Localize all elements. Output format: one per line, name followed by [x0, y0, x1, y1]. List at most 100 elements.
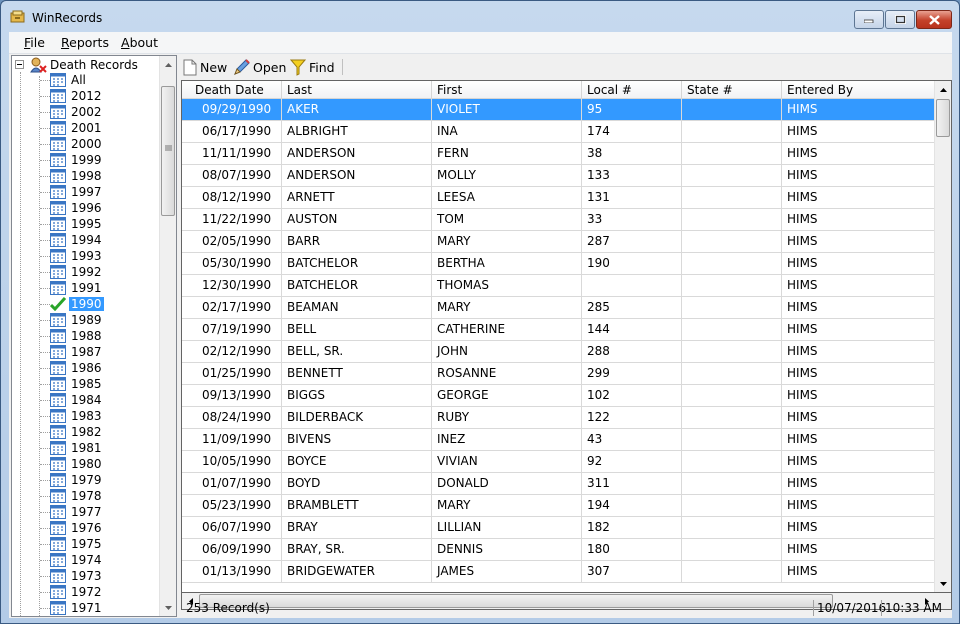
tree-item-1998[interactable]: 1998	[12, 168, 162, 184]
tree-item-1988[interactable]: 1988	[12, 328, 162, 344]
table-row[interactable]: 06/07/1990 BRAY LILLIAN 182 HIMS	[182, 517, 935, 539]
cell-entered-by: HIMS	[782, 517, 935, 538]
scroll-up-arrow[interactable]	[160, 56, 176, 73]
table-row[interactable]: 06/17/1990 ALBRIGHT INA 174 HIMS	[182, 121, 935, 143]
tree-item-1976[interactable]: 1976	[12, 520, 162, 536]
column-header-local[interactable]: Local #	[582, 81, 682, 99]
column-header-state[interactable]: State #	[682, 81, 782, 99]
cell-last: BOYCE	[282, 451, 432, 472]
table-row[interactable]: 05/23/1990 BRAMBLETT MARY 194 HIMS	[182, 495, 935, 517]
scroll-up-arrow[interactable]	[935, 81, 951, 98]
tree-guide-line	[40, 224, 50, 225]
tree-item-1985[interactable]: 1985	[12, 376, 162, 392]
tree-item-1973[interactable]: 1973	[12, 568, 162, 584]
cell-local-number: 92	[582, 451, 682, 472]
table-row[interactable]: 01/13/1990 BRIDGEWATER JAMES 307 HIMS	[182, 561, 935, 583]
menu-reports[interactable]: Reports	[61, 35, 109, 50]
title-bar[interactable]: WinRecords	[1, 1, 959, 32]
tree-item-1971[interactable]: 1971	[12, 600, 162, 616]
new-button[interactable]: New	[183, 58, 227, 76]
column-header-entered-by[interactable]: Entered By	[782, 81, 935, 99]
tree-item-1990[interactable]: 1990	[12, 296, 162, 312]
tree-item-1993[interactable]: 1993	[12, 248, 162, 264]
tree-item-1989[interactable]: 1989	[12, 312, 162, 328]
tree-item-1984[interactable]: 1984	[12, 392, 162, 408]
table-row[interactable]: 08/12/1990 ARNETT LEESA 131 HIMS	[182, 187, 935, 209]
tree-item-2002[interactable]: 2002	[12, 104, 162, 120]
tree-item-1987[interactable]: 1987	[12, 344, 162, 360]
table-row[interactable]: 02/17/1990 BEAMAN MARY 285 HIMS	[182, 297, 935, 319]
tree-item-1992[interactable]: 1992	[12, 264, 162, 280]
tree-item-1994[interactable]: 1994	[12, 232, 162, 248]
table-row[interactable]: 02/12/1990 BELL, SR. JOHN 288 HIMS	[182, 341, 935, 363]
tree-item-1982[interactable]: 1982	[12, 424, 162, 440]
table-row[interactable]: 05/30/1990 BATCHELOR BERTHA 190 HIMS	[182, 253, 935, 275]
tree-scroll-thumb[interactable]	[161, 86, 175, 216]
table-row[interactable]: 08/24/1990 BILDERBACK RUBY 122 HIMS	[182, 407, 935, 429]
tree-item-1995[interactable]: 1995	[12, 216, 162, 232]
maximize-button[interactable]	[885, 10, 915, 29]
column-header-last[interactable]: Last	[282, 81, 432, 99]
table-row[interactable]: 02/05/1990 BARR MARY 287 HIMS	[182, 231, 935, 253]
cell-death-date: 05/23/1990	[182, 495, 282, 516]
tree-item-label: 1990	[69, 297, 104, 311]
cell-state-number	[682, 253, 782, 274]
tree-item-1977[interactable]: 1977	[12, 504, 162, 520]
tree-guide-line	[40, 480, 50, 481]
tree-item-1991[interactable]: 1991	[12, 280, 162, 296]
grid-scroll-thumb[interactable]	[936, 99, 950, 137]
cell-local-number: 174	[582, 121, 682, 142]
cell-local-number: 95	[582, 99, 682, 120]
tree-item-1999[interactable]: 1999	[12, 152, 162, 168]
calendar-icon	[50, 537, 66, 551]
open-button[interactable]: Open	[233, 58, 286, 76]
tree-item-1983[interactable]: 1983	[12, 408, 162, 424]
scroll-down-arrow[interactable]	[160, 599, 176, 616]
cell-death-date: 06/07/1990	[182, 517, 282, 538]
tree-item-1979[interactable]: 1979	[12, 472, 162, 488]
collapse-icon[interactable]	[15, 60, 24, 69]
tree-item-all[interactable]: All	[12, 72, 162, 88]
table-row[interactable]: 11/11/1990 ANDERSON FERN 38 HIMS	[182, 143, 935, 165]
minimize-button[interactable]	[854, 10, 884, 29]
status-separator	[881, 600, 882, 616]
tree-item-1978[interactable]: 1978	[12, 488, 162, 504]
menu-about[interactable]: About	[121, 35, 158, 50]
tree-item-1974[interactable]: 1974	[12, 552, 162, 568]
year-tree[interactable]: Death Records All 2012 2002 2001 2000 1999 199…	[11, 55, 177, 617]
tree-item-1986[interactable]: 1986	[12, 360, 162, 376]
table-row[interactable]: 09/13/1990 BIGGS GEORGE 102 HIMS	[182, 385, 935, 407]
tree-item-2001[interactable]: 2001	[12, 120, 162, 136]
table-row[interactable]: 06/09/1990 BRAY, SR. DENNIS 180 HIMS	[182, 539, 935, 561]
tree-item-1980[interactable]: 1980	[12, 456, 162, 472]
records-grid[interactable]: Death Date Last First Local # State # Entered…	[181, 80, 952, 593]
grid-vertical-scrollbar[interactable]	[934, 81, 951, 592]
tree-vertical-scrollbar[interactable]	[159, 56, 176, 616]
tree-item-1996[interactable]: 1996	[12, 200, 162, 216]
cell-death-date: 02/05/1990	[182, 231, 282, 252]
table-row[interactable]: 10/05/1990 BOYCE VIVIAN 92 HIMS	[182, 451, 935, 473]
tree-item-1975[interactable]: 1975	[12, 536, 162, 552]
tree-item-1997[interactable]: 1997	[12, 184, 162, 200]
column-header-death-date[interactable]: Death Date	[182, 81, 282, 99]
table-row[interactable]: 01/25/1990 BENNETT ROSANNE 299 HIMS	[182, 363, 935, 385]
table-row[interactable]: 12/30/1990 BATCHELOR THOMAS HIMS	[182, 275, 935, 297]
table-row[interactable]: 09/29/1990 AKER VIOLET 95 HIMS	[182, 99, 935, 121]
tree-item-label: 2001	[71, 121, 102, 135]
tree-guide-line	[40, 304, 50, 305]
table-row[interactable]: 11/09/1990 BIVENS INEZ 43 HIMS	[182, 429, 935, 451]
cell-last: ANDERSON	[282, 165, 432, 186]
table-row[interactable]: 08/07/1990 ANDERSON MOLLY 133 HIMS	[182, 165, 935, 187]
find-button[interactable]: Find	[290, 58, 335, 76]
column-header-first[interactable]: First	[432, 81, 582, 99]
table-row[interactable]: 01/07/1990 BOYD DONALD 311 HIMS	[182, 473, 935, 495]
scroll-down-arrow[interactable]	[935, 575, 951, 592]
tree-item-1972[interactable]: 1972	[12, 584, 162, 600]
table-row[interactable]: 11/22/1990 AUSTON TOM 33 HIMS	[182, 209, 935, 231]
table-row[interactable]: 07/19/1990 BELL CATHERINE 144 HIMS	[182, 319, 935, 341]
menu-file[interactable]: File	[24, 35, 45, 50]
tree-item-2012[interactable]: 2012	[12, 88, 162, 104]
tree-item-1981[interactable]: 1981	[12, 440, 162, 456]
tree-item-2000[interactable]: 2000	[12, 136, 162, 152]
close-button[interactable]	[916, 10, 952, 29]
